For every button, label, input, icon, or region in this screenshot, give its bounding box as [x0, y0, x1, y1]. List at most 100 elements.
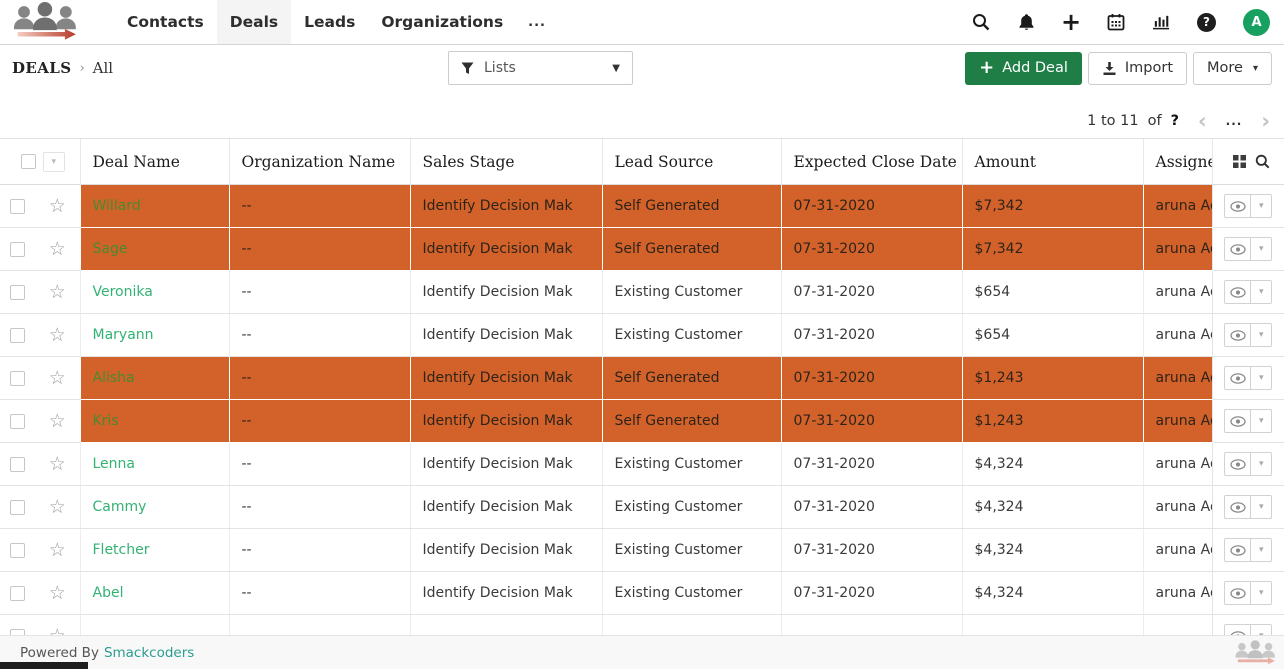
star-favorite-icon[interactable]: ☆: [49, 539, 66, 561]
deal-name-link[interactable]: Kris: [93, 413, 119, 429]
previous-page-button[interactable]: ‹: [1198, 111, 1207, 131]
star-favorite-icon[interactable]: ☆: [49, 195, 66, 217]
organization-name-cell: --: [229, 529, 410, 572]
breadcrumb-view[interactable]: All: [93, 59, 113, 77]
search-icon[interactable]: [972, 13, 990, 31]
row-checkbox[interactable]: [10, 414, 25, 429]
view-record-button[interactable]: [1224, 194, 1251, 218]
deal-name-link[interactable]: Cammy: [93, 499, 147, 515]
view-record-button[interactable]: [1224, 237, 1251, 261]
expected-close-date-cell: 07-31-2020: [781, 271, 962, 314]
deal-name-link[interactable]: Alisha: [93, 370, 135, 386]
row-checkbox[interactable]: [10, 543, 25, 558]
star-favorite-icon[interactable]: ☆: [49, 238, 66, 260]
help-icon[interactable]: ?: [1197, 13, 1216, 32]
table-body: ☆ Willard -- Identify Decision Mak Self …: [0, 185, 1284, 658]
nav-item-deals[interactable]: Deals: [217, 0, 291, 44]
sales-stage-cell: Identify Decision Mak: [410, 185, 602, 228]
column-header-organization-name[interactable]: Organization Name: [229, 139, 410, 185]
organization-name-cell: --: [229, 443, 410, 486]
deal-name-link[interactable]: Lenna: [93, 456, 136, 472]
column-header-amount[interactable]: Amount: [962, 139, 1143, 185]
deal-name-link[interactable]: Willard: [93, 198, 141, 214]
table-header-row: ▾ Deal Name Organization Name Sales Stag…: [0, 139, 1284, 185]
column-header-deal-name[interactable]: Deal Name: [80, 139, 229, 185]
row-actions-dropdown-button[interactable]: ▾: [1251, 581, 1272, 605]
deal-name-link[interactable]: Fletcher: [93, 542, 150, 558]
row-actions-dropdown-button[interactable]: ▾: [1251, 495, 1272, 519]
row-checkbox[interactable]: [10, 586, 25, 601]
view-record-button[interactable]: [1224, 452, 1251, 476]
star-favorite-icon[interactable]: ☆: [49, 496, 66, 518]
row-checkbox[interactable]: [10, 371, 25, 386]
row-actions-dropdown-button[interactable]: ▾: [1251, 237, 1272, 261]
select-all-checkbox[interactable]: [21, 154, 36, 169]
chevron-down-icon: ▾: [1259, 459, 1264, 469]
column-header-assigned[interactable]: Assigne: [1143, 139, 1212, 185]
column-header-lead-source[interactable]: Lead Source: [602, 139, 781, 185]
row-checkbox[interactable]: [10, 457, 25, 472]
view-record-button[interactable]: [1224, 538, 1251, 562]
nav-item-leads[interactable]: Leads: [291, 0, 368, 44]
view-record-button[interactable]: [1224, 366, 1251, 390]
row-actions-dropdown-button[interactable]: ▾: [1251, 366, 1272, 390]
smackcoders-link[interactable]: Smackcoders: [104, 645, 194, 661]
calendar-icon[interactable]: [1107, 13, 1125, 31]
row-checkbox[interactable]: [10, 328, 25, 343]
deal-name-link[interactable]: Veronika: [93, 284, 153, 300]
row-checkbox[interactable]: [10, 500, 25, 515]
organization-name-cell: --: [229, 400, 410, 443]
row-checkbox[interactable]: [10, 242, 25, 257]
column-config-grid-icon[interactable]: [1233, 155, 1246, 168]
row-actions-dropdown-button[interactable]: ▾: [1251, 409, 1272, 433]
organization-name-cell: --: [229, 185, 410, 228]
column-header-sales-stage[interactable]: Sales Stage: [410, 139, 602, 185]
more-button[interactable]: More ▾: [1193, 52, 1272, 85]
add-deal-button[interactable]: + Add Deal: [965, 52, 1082, 85]
star-favorite-icon[interactable]: ☆: [49, 582, 66, 604]
list-search-icon[interactable]: [1255, 154, 1270, 169]
star-favorite-icon[interactable]: ☆: [49, 324, 66, 346]
view-record-button[interactable]: [1224, 323, 1251, 347]
expected-close-date-cell: 07-31-2020: [781, 228, 962, 271]
deal-name-link[interactable]: Abel: [93, 585, 124, 601]
chevron-down-icon: ▾: [1259, 416, 1264, 426]
deal-name-link[interactable]: Sage: [93, 241, 128, 257]
lists-filter-dropdown[interactable]: Lists ▼: [448, 51, 633, 85]
star-favorite-icon[interactable]: ☆: [49, 453, 66, 475]
row-checkbox[interactable]: [10, 285, 25, 300]
nav-item-organizations[interactable]: Organizations: [368, 0, 516, 44]
eye-icon: [1230, 459, 1246, 470]
next-page-button[interactable]: ›: [1261, 111, 1270, 131]
row-actions-dropdown-button[interactable]: ▾: [1251, 452, 1272, 476]
view-record-button[interactable]: [1224, 581, 1251, 605]
assigned-to-cell: aruna Ad: [1143, 400, 1212, 443]
notifications-bell-icon[interactable]: [1017, 13, 1035, 31]
star-favorite-icon[interactable]: ☆: [49, 281, 66, 303]
column-header-expected-close-date[interactable]: Expected Close Date: [781, 139, 962, 185]
view-record-button[interactable]: [1224, 409, 1251, 433]
nav-more-menu-icon[interactable]: ...: [516, 15, 558, 30]
breadcrumb-module[interactable]: DEALS: [12, 59, 71, 77]
plus-icon: +: [979, 61, 994, 75]
lead-source-cell: Existing Customer: [602, 572, 781, 615]
row-checkbox[interactable]: [10, 199, 25, 214]
select-dropdown-chevron-icon[interactable]: ▾: [43, 152, 65, 172]
row-actions-dropdown-button[interactable]: ▾: [1251, 280, 1272, 304]
pagination-total[interactable]: ?: [1171, 113, 1179, 129]
star-favorite-icon[interactable]: ☆: [49, 410, 66, 432]
import-button[interactable]: Import: [1088, 52, 1187, 85]
page-jump-button[interactable]: ...: [1226, 114, 1243, 128]
deal-name-link[interactable]: Maryann: [93, 327, 154, 343]
row-actions-dropdown-button[interactable]: ▾: [1251, 538, 1272, 562]
row-actions-dropdown-button[interactable]: ▾: [1251, 323, 1272, 347]
user-avatar[interactable]: A: [1243, 9, 1270, 36]
row-actions-dropdown-button[interactable]: ▾: [1251, 194, 1272, 218]
reports-bar-chart-icon[interactable]: [1152, 13, 1170, 31]
nav-item-contacts[interactable]: Contacts: [114, 0, 217, 44]
view-record-button[interactable]: [1224, 280, 1251, 304]
view-record-button[interactable]: [1224, 495, 1251, 519]
select-all-header-cell: ▾: [0, 139, 80, 185]
star-favorite-icon[interactable]: ☆: [49, 367, 66, 389]
quick-add-plus-icon[interactable]: +: [1062, 13, 1080, 31]
